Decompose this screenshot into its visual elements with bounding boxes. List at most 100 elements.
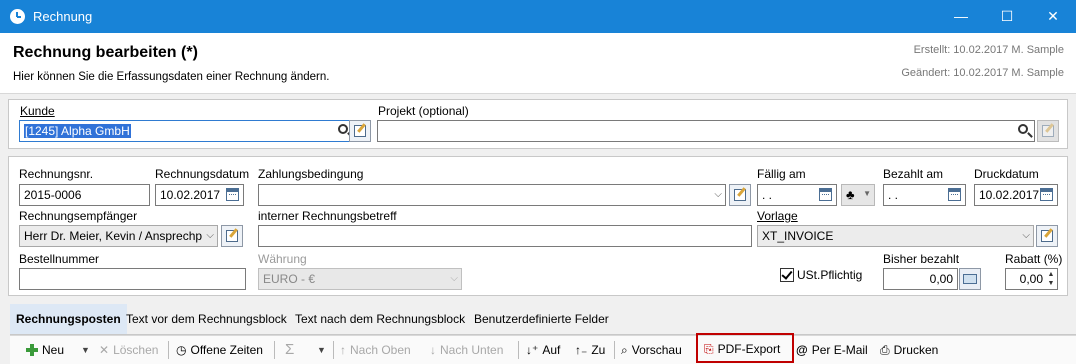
toolbar: Neu ▼ ✕ Löschen ◷ Offene Zeiten Σ ▼ ↑ Nach … <box>10 333 1076 364</box>
payments-button[interactable] <box>959 268 981 290</box>
payment-terms-select[interactable]: ⌵ <box>258 184 726 206</box>
template-select[interactable]: XT_INVOICE ⌵ <box>757 225 1034 247</box>
customer-edit-button[interactable] <box>349 120 371 142</box>
paid-date-input[interactable]: . . <box>883 184 966 206</box>
calendar-icon[interactable] <box>819 188 832 201</box>
move-down-button[interactable]: ↓ Nach Unten <box>430 336 503 364</box>
invoice-number-label: Rechnungsnr. <box>19 167 94 181</box>
preview-button[interactable]: ⌕ Vorschau <box>621 336 682 364</box>
search-icon[interactable] <box>1018 124 1028 134</box>
created-info: Erstellt: 10.02.2017 M. Sample <box>913 44 1064 56</box>
tab-text-after[interactable]: Text nach dem Rechnungsblock <box>289 304 471 334</box>
clock-icon <box>10 9 25 24</box>
subject-input[interactable] <box>258 225 752 247</box>
stepper-arrows-icon[interactable]: ▲ ▼ <box>1046 270 1056 288</box>
pdf-export-button[interactable]: ⎘ PDF-Export <box>696 333 794 363</box>
clock-icon: ◷ <box>176 343 187 357</box>
email-button[interactable]: @ Per E-Mail <box>796 336 868 364</box>
paid-date-value: . . <box>888 188 899 202</box>
invoice-date-input[interactable]: 10.02.2017 <box>155 184 244 206</box>
discount-input[interactable]: 0,00 ▲ ▼ <box>1005 268 1058 290</box>
project-label: Projekt (optional) <box>378 104 469 118</box>
print-date-input[interactable]: 10.02.2017 <box>974 184 1058 206</box>
chevron-down-icon: ⌵ <box>714 189 722 200</box>
window-title: Rechnung <box>33 9 93 24</box>
recipient-value: Herr Dr. Meier, Kevin / Ansprechp <box>24 229 203 243</box>
order-number-input[interactable] <box>19 268 246 290</box>
sum-button[interactable]: Σ <box>285 336 294 364</box>
vat-label: USt.Pflichtig <box>797 268 863 282</box>
page-header: Rechnung bearbeiten (*) Hier können Sie … <box>0 33 1076 94</box>
customer-input[interactable]: [1245] Alpha GmbH <box>19 120 355 142</box>
maximize-button[interactable]: ☐ <box>984 0 1030 33</box>
paid-so-far-label: Bisher bezahlt <box>883 252 960 266</box>
due-date-input[interactable]: . . <box>757 184 837 206</box>
vat-checkbox[interactable] <box>780 268 794 282</box>
project-edit-button[interactable] <box>1037 120 1059 142</box>
sort-descending-label: Zu <box>591 343 606 357</box>
print-date-label: Druckdatum <box>974 167 1039 181</box>
minimize-button[interactable]: — <box>938 0 984 33</box>
move-up-button[interactable]: ↑ Nach Oben <box>340 336 411 364</box>
preview-label: Vorschau <box>631 343 682 357</box>
magnifier-icon: ⌕ <box>621 343 628 357</box>
discount-value: 0,00 <box>1019 272 1043 286</box>
sum-dropdown-button[interactable]: ▼ <box>317 336 326 364</box>
toolbar-separator <box>614 341 615 359</box>
subject-label: interner Rechnungsbetreff <box>258 209 397 223</box>
invoice-number-input[interactable]: 2015-0006 <box>19 184 150 206</box>
tab-text-before[interactable]: Text vor dem Rechnungsblock <box>120 304 293 334</box>
page-subtitle: Hier können Sie die Erfassungsdaten eine… <box>13 71 330 83</box>
paid-so-far-input[interactable]: 0,00 <box>883 268 958 290</box>
chevron-down-icon: ▼ <box>863 189 871 198</box>
move-up-label: Nach Oben <box>350 343 411 357</box>
toolbar-separator <box>518 341 519 359</box>
calendar-icon[interactable] <box>1040 188 1053 201</box>
payment-terms-label: Zahlungsbedingung <box>258 167 364 181</box>
delete-label: Löschen <box>113 343 159 357</box>
currency-select[interactable]: EURO - € ⌵ <box>258 268 462 290</box>
customer-value: [1245] Alpha GmbH <box>24 124 131 138</box>
recipient-edit-button[interactable] <box>221 225 243 247</box>
print-date-value: 10.02.2017 <box>979 188 1040 202</box>
open-times-label: Offene Zeiten <box>190 343 263 357</box>
toolbar-separator <box>168 341 169 359</box>
tab-invoice-items[interactable]: Rechnungsposten <box>10 304 127 334</box>
money-icon <box>963 274 977 284</box>
project-input[interactable] <box>377 120 1035 142</box>
invoice-date-value: 10.02.2017 <box>160 188 221 202</box>
sort-ascending-label: Auf <box>542 343 561 357</box>
at-icon: @ <box>796 343 808 357</box>
arrow-up-icon: ↑ <box>340 343 346 357</box>
new-button[interactable]: Neu <box>26 336 64 364</box>
tab-custom-fields[interactable]: Benutzerdefinierte Felder <box>468 304 615 334</box>
search-icon[interactable] <box>338 124 348 134</box>
invoice-date-label: Rechnungsdatum <box>155 167 250 181</box>
template-value: XT_INVOICE <box>762 229 834 243</box>
tab-bar: Rechnungsposten Text vor dem Rechnungsbl… <box>10 304 1076 335</box>
new-dropdown-button[interactable]: ▼ <box>81 336 90 364</box>
plus-icon <box>26 344 38 356</box>
edit-icon <box>226 230 238 242</box>
calendar-icon[interactable] <box>226 188 239 201</box>
open-times-button[interactable]: ◷ Offene Zeiten <box>176 336 263 364</box>
sort-ascending-button[interactable]: ↓⁺ Auf <box>526 336 560 364</box>
payment-terms-edit-button[interactable] <box>729 184 751 206</box>
print-button[interactable]: ⎙ Drucken <box>880 336 938 364</box>
calculator-icon: ♣ <box>846 187 855 202</box>
due-date-calc-button[interactable]: ♣ ▼ <box>841 184 875 206</box>
delete-button[interactable]: ✕ Löschen <box>99 336 158 364</box>
close-button[interactable]: ✕ <box>1030 0 1076 33</box>
sort-descending-button[interactable]: ↑₋ Zu <box>575 336 605 364</box>
chevron-down-icon: ⌵ <box>1022 230 1030 241</box>
chevron-down-icon: ⌵ <box>204 226 214 246</box>
arrow-down-icon: ↓ <box>430 343 436 357</box>
close-icon: ✕ <box>99 343 110 357</box>
edit-icon <box>1041 230 1053 242</box>
edit-icon <box>1042 125 1054 137</box>
calendar-icon[interactable] <box>948 188 961 201</box>
template-edit-button[interactable] <box>1036 225 1058 247</box>
recipient-select[interactable]: Herr Dr. Meier, Kevin / Ansprechp ⌵ <box>19 225 218 247</box>
page-title: Rechnung bearbeiten (*) <box>13 44 198 61</box>
currency-label: Währung <box>258 252 307 266</box>
